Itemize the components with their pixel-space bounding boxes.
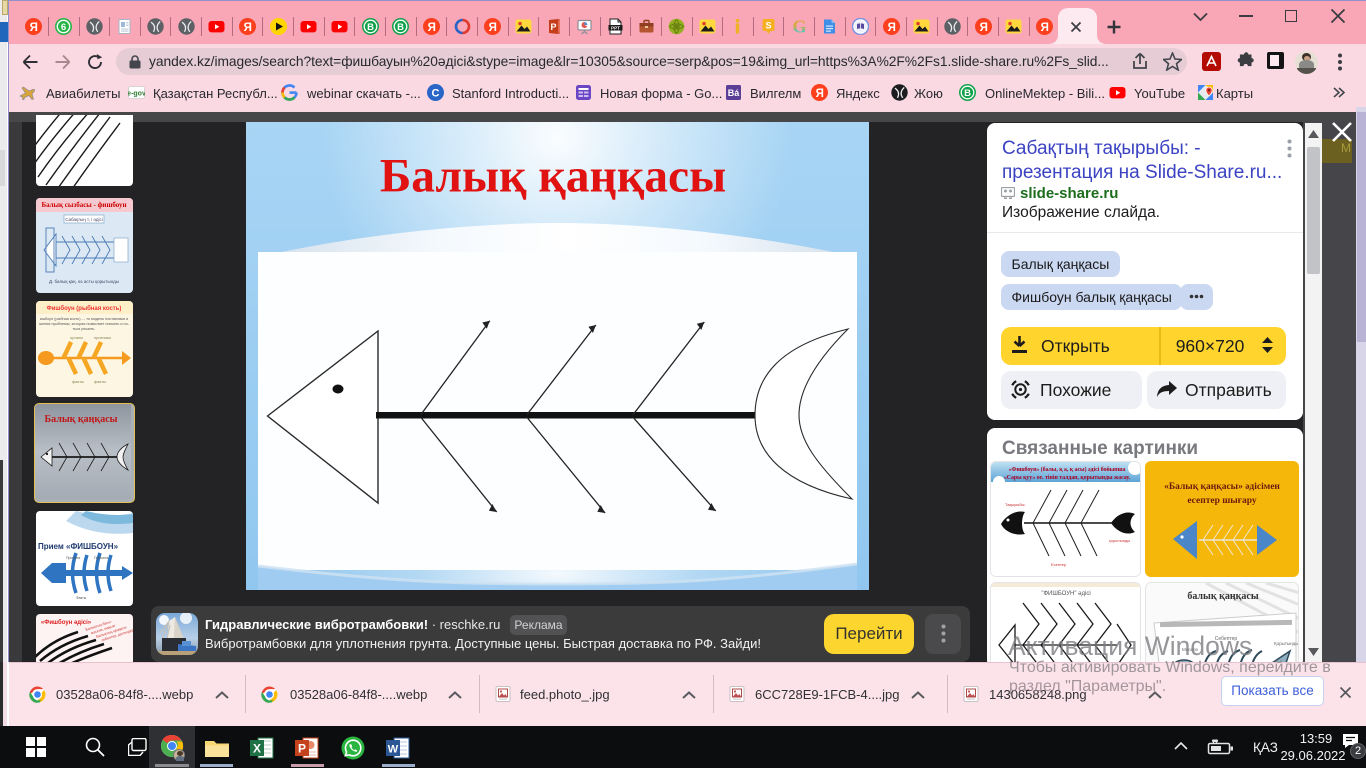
- svg-text:6: 6: [61, 22, 66, 33]
- svg-text:Я: Я: [29, 22, 37, 34]
- svg-text:Тақырыбы:: Тақырыбы:: [1005, 502, 1026, 507]
- svg-text:«Фишбоун» (балы, қ а, қ асы) ә: «Фишбоун» (балы, қ а, қ асы) әдісі бойын…: [1009, 466, 1126, 473]
- svg-text:факты: факты: [94, 379, 106, 384]
- svg-text:Я: Я: [244, 22, 252, 34]
- svg-text:есептер шығару: есептер шығару: [1187, 496, 1257, 506]
- svg-text:Д. балық қаң. өз асты қорытынд: Д. балық қаң. өз асты қорытынды: [49, 279, 119, 284]
- svg-text:Я: Я: [816, 88, 824, 100]
- svg-text:Балық қаңқасы: Балық қаңқасы: [45, 414, 118, 425]
- svg-text:Я: Я: [1040, 22, 1048, 34]
- svg-text:Факты: Факты: [76, 596, 87, 600]
- svg-text:Балық сызбасы - фишбоун: Балық сызбасы - фишбоун: [41, 201, 126, 209]
- svg-text:«Сары қуу» ое. тінін талдап, қ: «Сары қуу» ое. тінін талдап, қорытынды ж…: [1004, 475, 1131, 481]
- svg-text:B: B: [397, 22, 404, 33]
- svg-text:C: C: [432, 88, 440, 100]
- svg-text:факты: факты: [72, 379, 84, 384]
- svg-text:Bá: Bá: [728, 88, 740, 98]
- svg-text:Я: Я: [887, 22, 895, 34]
- svg-text:ться решить.: ться решить.: [73, 327, 96, 331]
- svg-text:S: S: [766, 21, 772, 31]
- svg-text:e-gov: e-gov: [128, 91, 145, 98]
- svg-text:"ФИШБОУН" әдісі: "ФИШБОУН" әдісі: [1041, 591, 1090, 597]
- svg-text:Я: Я: [427, 22, 435, 34]
- svg-text:P: P: [550, 22, 556, 32]
- svg-text:G: G: [792, 18, 806, 35]
- svg-text:қорытынды: қорытынды: [1109, 538, 1130, 543]
- svg-text:PPT: PPT: [611, 25, 620, 30]
- svg-text:Я: Я: [489, 22, 497, 34]
- svg-text:«Фишбоун әдісі»: «Фишбоун әдісі»: [41, 619, 92, 626]
- svg-text:Балық қаңқасы: Балық қаңқасы: [380, 151, 726, 203]
- svg-text:W: W: [388, 744, 399, 756]
- svg-text:Я: Я: [979, 22, 987, 34]
- svg-text:X: X: [253, 742, 261, 756]
- svg-text:Сабақтың т, і әдісі: Сабақтың т, і әдісі: [65, 217, 102, 222]
- svg-text:Причина: Причина: [66, 556, 80, 560]
- svg-text:балық қаңқасы: балық қаңқасы: [1187, 591, 1258, 602]
- svg-text:органы: органы: [70, 335, 83, 340]
- svg-text:P: P: [298, 742, 306, 756]
- svg-text:Прием «ФИШБОУН»: Прием «ФИШБОУН»: [38, 542, 119, 551]
- svg-text:Фишбоун (рыбная кость): Фишбоун (рыбная кость): [47, 305, 122, 312]
- svg-text:B: B: [367, 22, 374, 33]
- svg-text:признаки: признаки: [94, 335, 111, 340]
- svg-text:B: B: [964, 88, 971, 99]
- svg-text:ишбоун (рыбная кость) - - то м: ишбоун (рыбная кость) - - то модель пост…: [40, 317, 128, 321]
- svg-text:Қорытынды: Қорытынды: [1274, 641, 1299, 646]
- svg-text:«Балық қаңқасы» әдісімен: «Балық қаңқасы» әдісімен: [1164, 481, 1280, 492]
- svg-text:Причина: Причина: [94, 556, 108, 560]
- svg-text:Есептер: Есептер: [1051, 562, 1067, 567]
- svg-text:шения проблемы, которая позвол: шения проблемы, которая позволяет описат…: [39, 322, 130, 326]
